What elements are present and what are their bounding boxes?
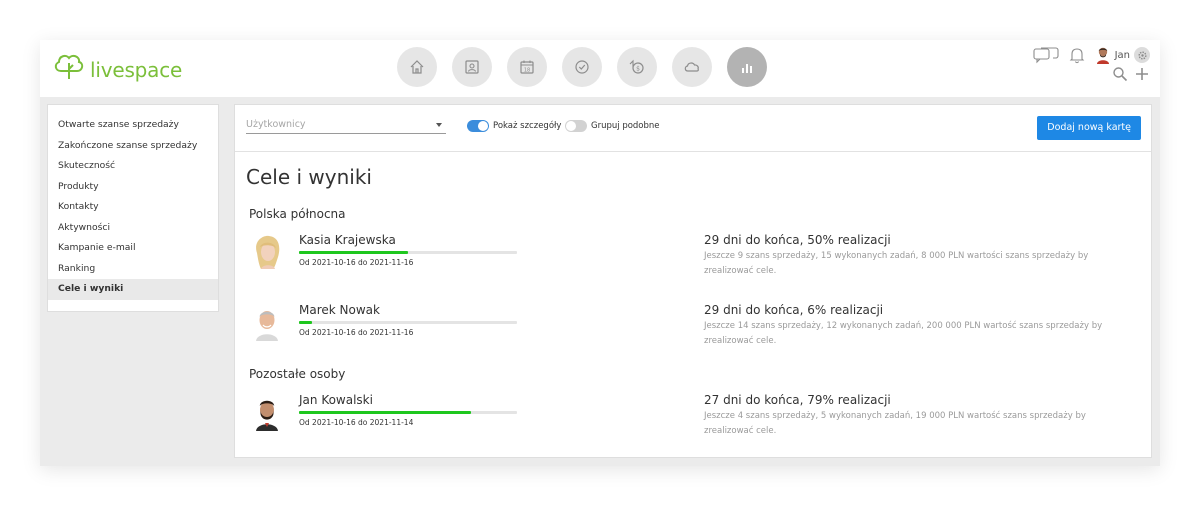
sidebar-item-products[interactable]: Produkty — [48, 177, 218, 198]
main-nav: 18 $ — [397, 47, 767, 87]
plus-icon[interactable] — [1134, 66, 1150, 82]
person-row[interactable]: Jan Kowalski Od 2021-10-16 do 2021-11-14… — [249, 393, 1139, 449]
nav-deals-button[interactable]: $ — [617, 47, 657, 87]
show-details-toggle-group: Pokaż szczegóły — [467, 120, 561, 132]
sidebar-item-goals-results[interactable]: Cele i wyniki — [48, 279, 218, 300]
person-avatar — [256, 235, 280, 269]
person-row[interactable]: Kasia Krajewska Od 2021-10-16 do 2021-11… — [249, 233, 1139, 289]
person-avatar — [256, 400, 278, 431]
progress-fill — [299, 251, 408, 254]
logo-text: livespace — [90, 58, 183, 82]
nav-reports-button[interactable] — [727, 47, 767, 87]
person-row[interactable]: Marek Nowak Od 2021-10-16 do 2021-11-16 … — [249, 303, 1139, 359]
cloud-icon — [684, 62, 700, 72]
page-title: Cele i wyniki — [246, 165, 372, 189]
svg-text:$: $ — [636, 65, 640, 72]
caret-down-icon — [436, 123, 442, 127]
status-text: 29 dni do końca, 6% realizacji — [704, 303, 884, 317]
search-icon[interactable] — [1112, 66, 1128, 82]
bell-icon[interactable] — [1069, 46, 1085, 64]
progress-fill — [299, 411, 472, 414]
sidebar-item-open-deals[interactable]: Otwarte szanse sprzedaży — [48, 115, 218, 136]
group-similar-toggle-group: Grupuj podobne — [565, 120, 660, 132]
status-text: 29 dni do końca, 50% realizacji — [704, 233, 891, 247]
period-text: Od 2021-10-16 do 2021-11-14 — [299, 418, 414, 427]
status-description: Jeszcze 14 szans sprzedaży, 12 wykonanyc… — [704, 321, 1103, 346]
person-name: Jan Kowalski — [299, 393, 373, 407]
status-description: Jeszcze 9 szans sprzedaży, 15 wykonanych… — [704, 251, 1089, 276]
home-icon — [410, 60, 424, 74]
person-name: Kasia Krajewska — [299, 233, 396, 247]
top-right-controls: Jan — [1033, 46, 1150, 82]
group-similar-label: Grupuj podobne — [591, 121, 660, 131]
nav-cloud-button[interactable] — [672, 47, 712, 87]
person-avatar — [256, 311, 278, 341]
sidebar-item-closed-deals[interactable]: Zakończone szanse sprzedaży — [48, 136, 218, 157]
show-details-label: Pokaż szczegóły — [493, 121, 562, 131]
nav-home-button[interactable] — [397, 47, 437, 87]
person-name: Marek Nowak — [299, 303, 380, 317]
group-title: Polska północna — [249, 207, 346, 221]
app-window: livespace 18 $ Jan Otwarte szanse sprzed… — [40, 40, 1160, 466]
cloud-logo-icon — [54, 54, 84, 79]
contacts-icon — [465, 60, 479, 74]
sidebar-list: Otwarte szanse sprzedaży Zakończone szan… — [48, 105, 218, 300]
sidebar-item-email-campaigns[interactable]: Kampanie e-mail — [48, 238, 218, 259]
reports-icon — [742, 64, 752, 73]
group-title: Pozostałe osoby — [249, 367, 346, 381]
settings-button[interactable] — [1134, 47, 1150, 63]
progress-bar — [299, 411, 517, 414]
sidebar-item-ranking[interactable]: Ranking — [48, 259, 218, 280]
sidebar: Otwarte szanse sprzedaży Zakończone szan… — [47, 104, 219, 312]
calendar-icon: 18 — [520, 60, 534, 74]
chat-icon[interactable] — [1033, 46, 1059, 64]
status-description: Jeszcze 4 szans sprzedaży, 5 wykonanych … — [704, 411, 1086, 436]
users-select-placeholder: Użytkownicy — [246, 119, 306, 130]
user-menu[interactable]: Jan — [1095, 46, 1150, 64]
group-similar-toggle[interactable] — [565, 120, 587, 132]
sidebar-item-effectiveness[interactable]: Skuteczność — [48, 156, 218, 177]
nav-contacts-button[interactable] — [452, 47, 492, 87]
user-avatar — [1096, 47, 1109, 64]
main-panel: Użytkownicy Pokaż szczegóły Grupuj podob… — [234, 104, 1152, 458]
calendar-day-text: 18 — [524, 68, 530, 74]
sidebar-item-activities[interactable]: Aktywności — [48, 218, 218, 239]
nav-calendar-button[interactable]: 18 — [507, 47, 547, 87]
progress-bar — [299, 251, 517, 254]
progress-bar — [299, 321, 517, 324]
logo[interactable]: livespace — [52, 50, 182, 82]
users-select[interactable]: Użytkownicy — [246, 119, 446, 134]
tasks-icon — [575, 60, 589, 74]
toolbar: Użytkownicy Pokaż szczegóły Grupuj podob… — [235, 105, 1151, 152]
user-name: Jan — [1114, 49, 1130, 61]
deals-icon: $ — [629, 59, 644, 74]
nav-tasks-button[interactable] — [562, 47, 602, 87]
period-text: Od 2021-10-16 do 2021-11-16 — [299, 328, 414, 337]
period-text: Od 2021-10-16 do 2021-11-16 — [299, 258, 414, 267]
progress-fill — [299, 321, 313, 324]
add-card-button[interactable]: Dodaj nową kartę — [1037, 116, 1141, 140]
gear-icon — [1137, 50, 1147, 60]
status-text: 27 dni do końca, 79% realizacji — [704, 393, 891, 407]
show-details-toggle[interactable] — [467, 120, 489, 132]
top-bar: livespace 18 $ Jan — [40, 40, 1160, 97]
sidebar-item-contacts[interactable]: Kontakty — [48, 197, 218, 218]
